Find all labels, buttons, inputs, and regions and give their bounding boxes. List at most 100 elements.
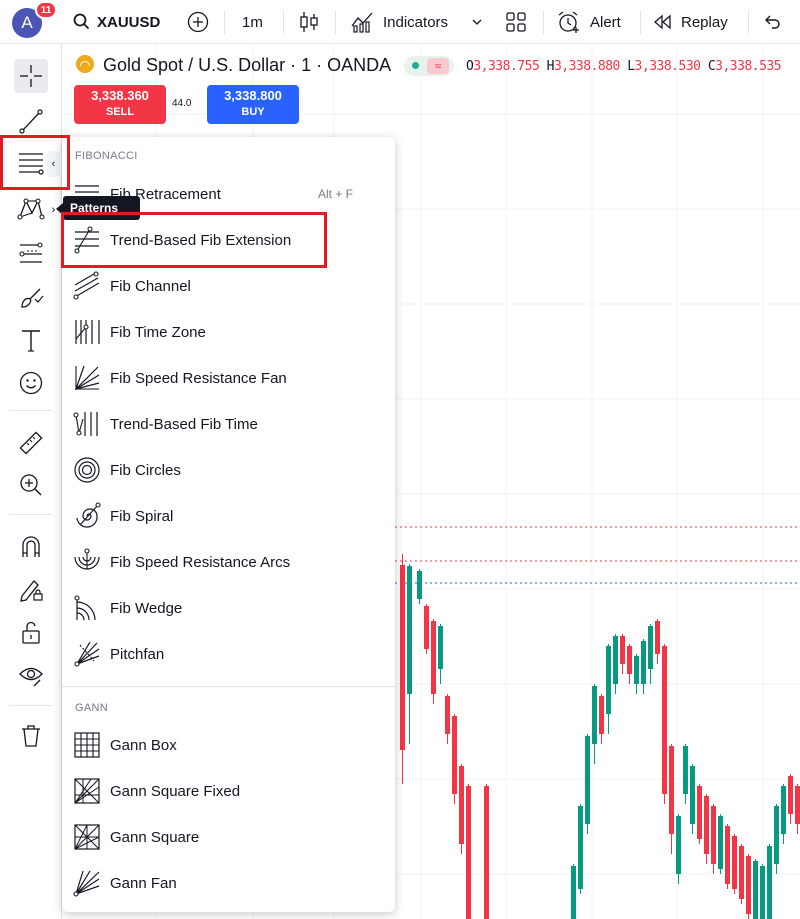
toolbar-divider: [10, 705, 52, 706]
avatar-letter: A: [21, 13, 33, 32]
fib-circles-icon: [74, 457, 100, 483]
replay-button[interactable]: Replay: [653, 0, 728, 44]
menu-item-gann-box[interactable]: Gann Box: [62, 724, 395, 766]
spread-value: 44.0: [172, 98, 192, 109]
candle-body: [641, 641, 646, 684]
menu-item-fib-channel[interactable]: Fib Channel: [62, 265, 395, 307]
trend-line-icon: [19, 109, 43, 134]
candle-body: [417, 571, 422, 599]
zoom-tool[interactable]: [14, 468, 48, 502]
undo-icon: [765, 15, 780, 29]
menu-item-pitchfan[interactable]: Pitchfan: [62, 633, 395, 675]
candle-body: [683, 746, 688, 794]
alert-button[interactable]: Alert: [557, 0, 621, 44]
toolbar-divider: [10, 514, 52, 515]
menu-item-label: Fib Time Zone: [110, 323, 206, 341]
prediction-tool[interactable]: [14, 237, 48, 271]
menu-item-fib-speed-resistance-fan[interactable]: Fib Speed Resistance Fan: [62, 357, 395, 399]
candle-body: [407, 566, 412, 694]
undo-button[interactable]: [763, 0, 781, 44]
trend-fib-time-icon: [73, 412, 98, 436]
toolbar-divider: [640, 10, 641, 34]
market-status-pill[interactable]: ≈: [404, 56, 454, 76]
toolbar-divider: [543, 10, 544, 34]
gold-symbol-icon: [76, 55, 94, 73]
gann-box-icon: [74, 732, 100, 758]
ruler-icon: [19, 431, 43, 455]
lock-all-tool[interactable]: [14, 616, 48, 650]
magnet-tool[interactable]: [14, 529, 48, 563]
candle-body: [725, 826, 730, 884]
menu-item-gann-square[interactable]: Gann Square: [62, 816, 395, 858]
high-value: 3,338.880: [553, 59, 620, 74]
crosshair-tool[interactable]: [14, 59, 48, 93]
zoom-in-icon: [20, 474, 42, 496]
candle-body: [690, 766, 695, 824]
low-key: L: [627, 59, 635, 74]
add-circle-icon: [187, 11, 209, 33]
candle-body: [718, 816, 723, 869]
candle-body: [452, 716, 457, 794]
menu-item-fib-wedge[interactable]: Fib Wedge: [62, 587, 395, 629]
gann-fan-icon: [73, 870, 100, 897]
notification-badge[interactable]: 11: [35, 1, 57, 19]
candle-body: [711, 806, 716, 864]
measure-tool[interactable]: [14, 426, 48, 460]
patterns-tool[interactable]: [14, 192, 48, 226]
layouts-button[interactable]: [505, 0, 527, 44]
candles-icon: [300, 12, 318, 32]
indicators-dropdown[interactable]: [471, 0, 483, 44]
candle-body: [753, 861, 758, 919]
lock-drawings-tool[interactable]: [14, 572, 48, 606]
fib-wedge-icon: [74, 595, 96, 621]
symbol-legend[interactable]: Gold Spot / U.S. Dollar · 1 · OANDA: [76, 55, 391, 76]
candle-body: [445, 696, 450, 734]
indicators-label: Indicators: [383, 13, 449, 31]
fibonacci-section-header: FIBONACCI: [75, 150, 138, 162]
sell-button[interactable]: 3,338.360 SELL: [74, 85, 166, 124]
fib-time-zone-icon: [75, 320, 100, 344]
rewind-icon: [654, 14, 671, 30]
crosshair-icon: [20, 65, 42, 87]
brush-tool[interactable]: [14, 282, 48, 316]
gann-square-icon: [74, 824, 100, 850]
gann-section-header: GANN: [75, 702, 108, 714]
candle-body: [669, 746, 674, 834]
eye-icon: [19, 667, 43, 687]
candle-body: [613, 636, 618, 684]
menu-item-gann-square-fixed[interactable]: Gann Square Fixed: [62, 770, 395, 812]
gann-square-fixed-icon: [74, 778, 100, 804]
trash-icon: [22, 725, 40, 747]
candle-body: [739, 846, 744, 899]
delayed-data-icon: ≈: [427, 58, 449, 74]
menu-item-fib-time-zone[interactable]: Fib Time Zone: [62, 311, 395, 353]
highlight-trend-based-fib-extension: [61, 212, 327, 268]
chart-type-button[interactable]: [298, 0, 320, 44]
icon-tool[interactable]: [14, 366, 48, 400]
symbol-title: Gold Spot / U.S. Dollar · 1 · OANDA: [103, 55, 392, 75]
smiley-icon: [19, 371, 43, 395]
menu-item-label: Gann Square Fixed: [110, 782, 241, 800]
menu-item-trend-based-fib-time[interactable]: Trend-Based Fib Time: [62, 403, 395, 445]
menu-item-fib-speed-resistance-arcs[interactable]: Fib Speed Resistance Arcs: [62, 541, 395, 583]
highlight-fib-tools-button: [0, 135, 70, 190]
indicators-button[interactable]: Indicators: [350, 0, 448, 44]
high-key: H: [546, 59, 555, 74]
buy-button[interactable]: 3,338.800 BUY: [207, 85, 299, 124]
candle-body: [760, 866, 765, 919]
buy-price: 3,338.800: [224, 88, 282, 103]
symbol-search-button[interactable]: XAUUSD: [72, 0, 160, 44]
menu-item-fib-circles[interactable]: Fib Circles: [62, 449, 395, 491]
replay-label: Replay: [681, 13, 728, 31]
shortcut-label: Alt + F: [317, 187, 353, 201]
candle-body: [592, 686, 597, 744]
hide-drawings-tool[interactable]: [14, 658, 48, 692]
interval-button[interactable]: 1m: [242, 0, 263, 44]
menu-item-fib-spiral[interactable]: Fib Spiral: [62, 495, 395, 537]
remove-drawings-tool[interactable]: [14, 719, 48, 753]
compare-symbol-button[interactable]: [186, 0, 210, 44]
menu-item-gann-fan[interactable]: Gann Fan: [62, 862, 395, 904]
trend-line-tool[interactable]: [14, 104, 48, 138]
candle-body: [484, 786, 489, 919]
text-tool[interactable]: [14, 324, 48, 358]
